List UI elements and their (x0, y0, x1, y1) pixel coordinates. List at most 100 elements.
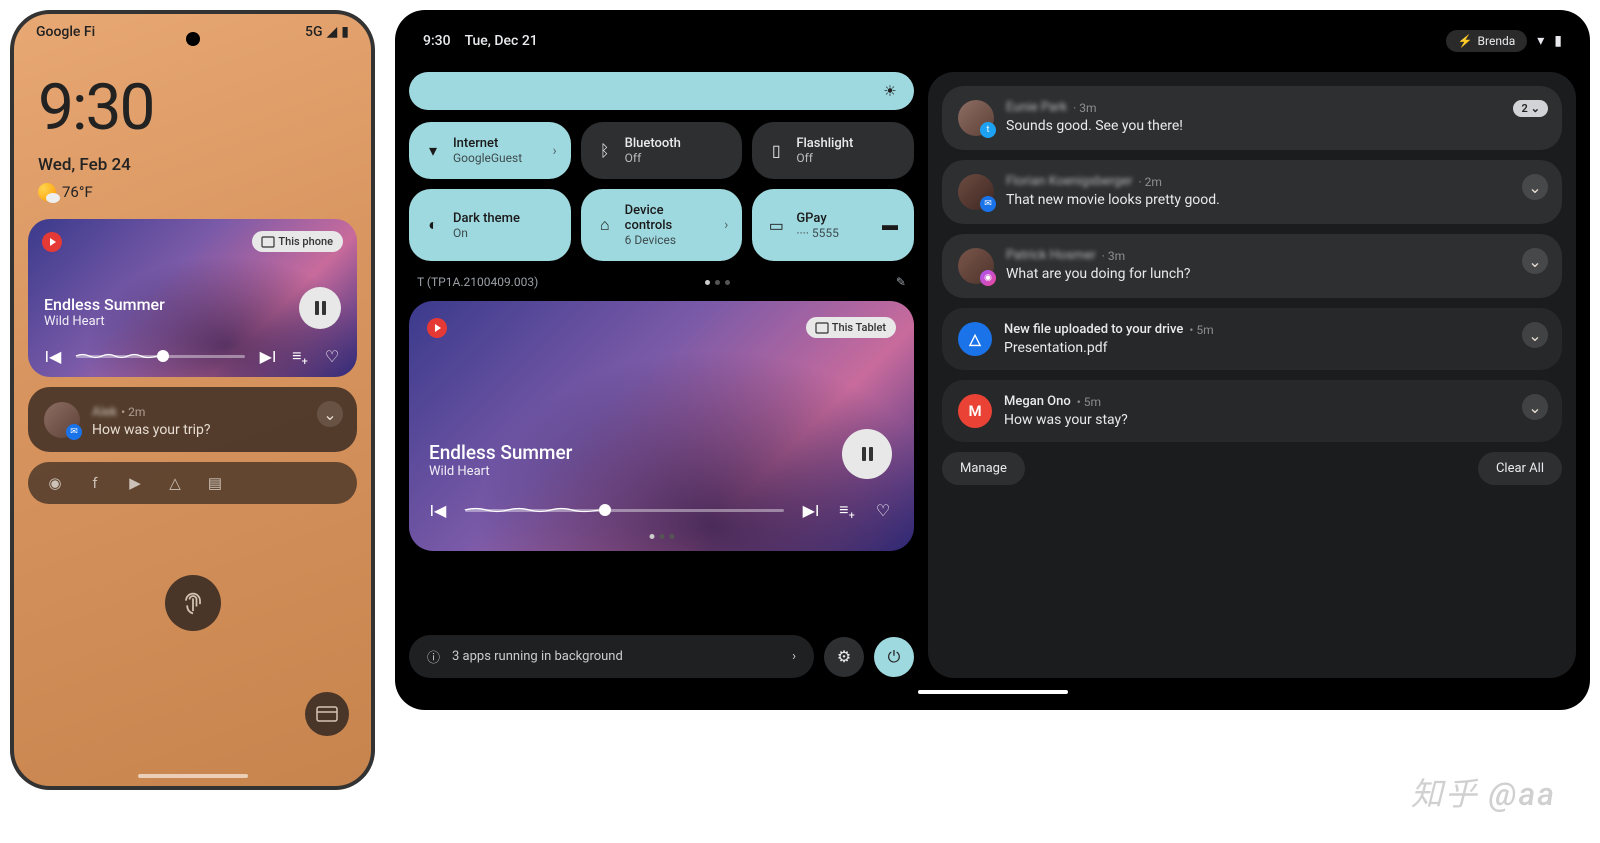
qs-tile-internet[interactable]: ▾ InternetGoogleGuest › (409, 122, 571, 179)
expand-button[interactable]: ⌄ (1522, 394, 1548, 420)
fingerprint-icon (179, 589, 207, 617)
settings-button[interactable]: ⚙ (824, 637, 864, 677)
wifi-icon: ▾ (423, 141, 443, 161)
avatar: t (958, 100, 994, 136)
qs-tile-bluetooth[interactable]: ᛒ BluetoothOff (581, 122, 743, 179)
messages-badge-icon: ✉ (66, 424, 82, 440)
notification-message: How was your trip? (92, 422, 210, 438)
carrier-label: Google Fi (36, 24, 95, 40)
queue-button[interactable]: ≡₊ (291, 347, 309, 365)
tablet-status-bar: 9:30 Tue, Dec 21 ⚡Brenda ▾ ▮ (409, 26, 1576, 72)
temperature-label: 76°F (62, 183, 93, 201)
previous-button[interactable]: I◀ (429, 501, 447, 519)
play-pause-button[interactable] (842, 429, 892, 479)
next-button[interactable]: ▶I (259, 347, 277, 365)
cast-chip[interactable]: This phone (252, 231, 343, 252)
tablet-clock: 9:30 (423, 33, 451, 49)
user-chip[interactable]: ⚡Brenda (1446, 30, 1528, 52)
track-title: Endless Summer (44, 295, 165, 314)
tablet-date: Tue, Dec 21 (465, 33, 538, 49)
notification-row[interactable]: M Megan Ono• 5mHow was your stay? ⌄ (942, 380, 1562, 442)
background-apps-button[interactable]: ⓘ 3 apps running in background › (409, 635, 814, 678)
weather-row[interactable]: 76°F (14, 175, 371, 219)
wallet-icon (317, 705, 337, 723)
card-icon: ▭ (766, 215, 786, 235)
notification-row[interactable]: t Eunie Park· 3mSounds good. See you the… (942, 86, 1562, 150)
facebook-icon: f (86, 474, 104, 492)
media-controls: I◀ ▶I ≡₊ ♡ (44, 347, 341, 365)
chevron-right-icon: › (552, 143, 556, 159)
power-button[interactable]: ⏻ (874, 637, 914, 677)
notification-icon-row[interactable]: ◉ f ▶ △ ▤ (28, 462, 357, 504)
page-dots (705, 280, 730, 285)
messages-badge-icon: ✉ (980, 196, 996, 212)
favorite-button[interactable]: ♡ (874, 501, 892, 519)
seek-bar[interactable] (76, 355, 245, 358)
notification-row[interactable]: ◉ Patrick Hosmer· 3mWhat are you doing f… (942, 234, 1562, 298)
qs-tile-devices[interactable]: ⌂ Device controls6 Devices › (581, 189, 743, 261)
bluetooth-icon: ᛒ (595, 141, 615, 161)
notification-row[interactable]: ✉ Florian Koenigsberger· 2mThat new movi… (942, 160, 1562, 224)
phone-notification[interactable]: ✉ Alek • 2m How was your trip? ⌄ (28, 387, 357, 452)
signal-icon: ◢ (327, 24, 338, 40)
build-label: T (TP1A.2100409.003) (417, 275, 538, 289)
chevron-right-icon: › (724, 217, 728, 233)
notification-time: • 2m (121, 405, 145, 419)
favorite-button[interactable]: ♡ (323, 347, 341, 365)
docs-icon: ▤ (206, 474, 224, 492)
track-artist: Wild Heart (44, 314, 165, 329)
camera-notch (186, 32, 200, 46)
home-icon: ⌂ (595, 215, 615, 235)
expand-button[interactable]: ⌄ (317, 401, 343, 427)
avatar: ✉ (958, 174, 994, 210)
qs-tile-darktheme[interactable]: ◐ Dark themeOn (409, 189, 571, 261)
cast-icon (262, 237, 274, 247)
track-artist: Wild Heart (429, 464, 572, 479)
lock-clock: 9:30 (14, 40, 371, 155)
brightness-slider[interactable]: ☀ (409, 72, 914, 110)
tablet-frame: 9:30 Tue, Dec 21 ⚡Brenda ▾ ▮ ☀ ▾ Interne… (395, 10, 1590, 710)
notification-avatar: ✉ (44, 402, 80, 438)
qs-tile-flashlight[interactable]: ▯ FlashlightOff (752, 122, 914, 179)
lock-date: Wed, Feb 24 (14, 155, 371, 175)
media-page-dots (649, 534, 674, 539)
cast-chip[interactable]: This Tablet (806, 317, 896, 338)
play-pause-button[interactable] (299, 287, 341, 329)
card-thumb-icon: ▬ (880, 215, 900, 235)
seek-bar[interactable] (465, 509, 784, 512)
qs-tile-gpay[interactable]: ▭ GPay···· 5555 ▬ (752, 189, 914, 261)
expand-button[interactable]: ⌄ (1522, 322, 1548, 348)
seek-handle[interactable] (157, 350, 169, 362)
messenger-badge-icon: ◉ (980, 270, 996, 286)
home-indicator[interactable] (138, 774, 248, 778)
gmail-app-icon: M (958, 394, 992, 428)
youtube-icon: ▶ (126, 474, 144, 492)
fingerprint-button[interactable] (165, 575, 221, 631)
avatar: ◉ (958, 248, 994, 284)
tablet-media-card[interactable]: This Tablet Endless Summer Wild Heart I◀ (409, 301, 914, 551)
watermark: 知乎 @aa (1411, 769, 1556, 815)
pause-icon (315, 301, 326, 315)
drive-app-icon: △ (958, 322, 992, 356)
home-indicator[interactable] (918, 690, 1068, 694)
seek-handle[interactable] (599, 504, 611, 516)
gear-icon: ⚙ (837, 647, 851, 666)
manage-button[interactable]: Manage (942, 452, 1025, 485)
tablet-cast-icon (816, 323, 828, 333)
twitter-badge-icon: t (980, 122, 996, 138)
edit-tiles-button[interactable]: ✎ (896, 275, 906, 289)
clear-all-button[interactable]: Clear All (1478, 452, 1562, 485)
wallet-button[interactable] (305, 692, 349, 736)
expand-button[interactable]: ⌄ (1522, 248, 1548, 274)
flashlight-icon: ▯ (766, 141, 786, 161)
queue-button[interactable]: ≡₊ (838, 501, 856, 519)
expand-button[interactable]: ⌄ (1522, 174, 1548, 200)
previous-button[interactable]: I◀ (44, 347, 62, 365)
wifi-icon: ▾ (1537, 33, 1544, 49)
notification-row[interactable]: △ New file uploaded to your drive• 5mPre… (942, 308, 1562, 370)
bolt-icon: ⚡ (1458, 34, 1473, 48)
media-info: Endless Summer Wild Heart (44, 295, 165, 329)
count-chip[interactable]: 2 ⌄ (1513, 100, 1548, 117)
next-button[interactable]: ▶I (802, 501, 820, 519)
phone-media-card[interactable]: This phone Endless Summer Wild Heart I◀ … (28, 219, 357, 377)
